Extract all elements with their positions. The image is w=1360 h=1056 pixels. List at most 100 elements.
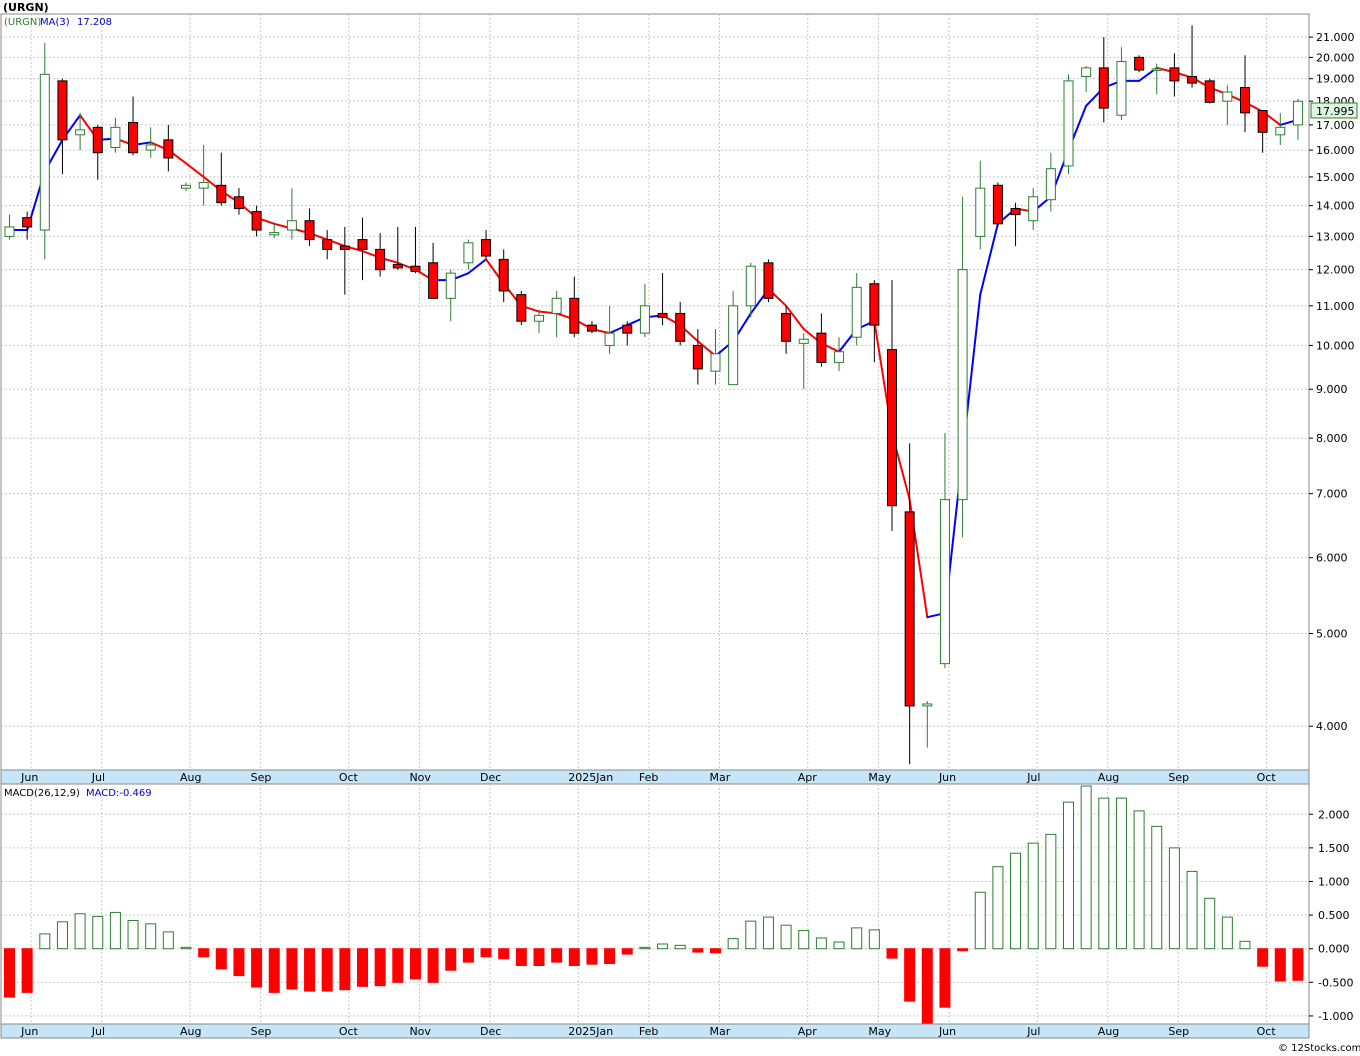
candle-body [92,126,103,154]
macd-bar [1274,948,1286,982]
candle-body [657,312,668,318]
macd-bar [868,929,880,950]
candle-body [604,332,615,346]
candle-body [957,269,968,501]
macd-bar [851,927,863,950]
macd-bar [1151,825,1163,950]
macd-bar [127,919,139,950]
macd-bar [109,911,121,950]
macd-bar [639,946,651,950]
candle-body [1292,100,1303,126]
macd-bar [745,920,757,950]
macd-bar [586,948,598,965]
macd-tick-label: 1.000 [1318,875,1350,888]
price-date-label: Apr [798,771,818,784]
candle-body [586,324,597,332]
macd-bar [657,943,669,950]
candle-body [1187,76,1198,84]
macd-bar [180,946,192,950]
macd-bar [1080,785,1092,950]
macd-bar [39,933,51,950]
macd-bar [798,930,810,950]
macd-bar [1063,801,1074,950]
price-tick-label: 4.000 [1316,720,1348,733]
price-tick-label: 13.000 [1316,230,1355,243]
candle-body [534,314,544,322]
price-date-label: Aug [180,771,201,784]
candle-body [1098,67,1109,109]
macd-bar [1168,847,1180,950]
candle-body [1063,80,1074,167]
candle-body [216,184,227,204]
macd-bar [604,948,616,964]
price-tick-label: 19.000 [1316,73,1355,86]
macd-bar [268,948,280,993]
candle-body [675,312,686,342]
candle-body [128,121,139,154]
macd-bar [815,937,827,950]
macd-bar [674,944,686,950]
candle-body [922,703,933,707]
candle-body [975,187,986,237]
macd-date-label: Aug [180,1025,201,1038]
macd-bar [1133,810,1145,950]
candle-body [710,353,721,372]
macd-bar [1098,797,1110,950]
macd-date-label: Feb [639,1025,658,1038]
macd-tick-label: 0.500 [1318,909,1350,922]
price-tick-label: 10.000 [1316,339,1355,352]
candle-body [145,144,156,151]
price-tick-label: 11.000 [1316,300,1355,313]
candle-body [233,196,244,210]
candle-body [1222,91,1233,102]
candle-body [798,338,809,344]
macd-bar [1239,940,1251,950]
macd-tick-label: 0.000 [1318,943,1350,956]
macd-legend-label: MACD(26,12,9) [4,788,80,799]
price-tick-label: 7.000 [1316,488,1348,501]
price-date-label: Oct [1257,771,1277,784]
candle-body [198,182,209,189]
candle-body [22,217,33,228]
macd-bar [374,948,386,987]
macd-bar [445,948,457,971]
macd-bar [162,931,174,950]
candle-body [410,265,421,272]
candle-body [851,286,862,338]
candle-body [1204,80,1215,103]
candle-body [1240,87,1250,114]
candle-body [639,305,650,334]
candle-body [1010,208,1021,216]
candle-body [834,351,845,363]
candle-body [692,344,703,370]
macd-bar [533,948,545,967]
candle-body [163,139,174,159]
price-tick-label: 6.000 [1316,552,1348,565]
candle-body [551,297,562,314]
candle-body [304,220,315,241]
macd-bar [74,913,86,950]
price-tick-label: 12.000 [1316,264,1355,277]
price-date-label: Mar [710,771,731,784]
price-date-label: Oct [339,771,359,784]
macd-panel [0,783,1310,1025]
macd-bar [480,948,492,958]
macd-tick-label: 2.000 [1318,808,1350,821]
price-tick-label: 14.000 [1316,200,1355,213]
macd-bar [339,948,351,991]
candle-body [181,184,191,189]
macd-legend-value: MACD:-0.469 [86,788,152,799]
candle-body [498,258,509,292]
ticker-legend-label: (URGN) [4,17,41,28]
candle-body [569,297,580,334]
macd-tick-label: 1.500 [1318,842,1350,855]
macd-bar [1027,842,1039,950]
macd-date-label: Oct [339,1025,359,1038]
macd-bar [727,938,739,950]
macd-bar [1045,833,1057,950]
macd-bar [1204,897,1216,950]
macd-bar [215,948,227,970]
price-date-label: Sep [251,771,272,784]
last-price-label: 17.995 [1316,105,1355,118]
macd-bar [992,866,1004,950]
